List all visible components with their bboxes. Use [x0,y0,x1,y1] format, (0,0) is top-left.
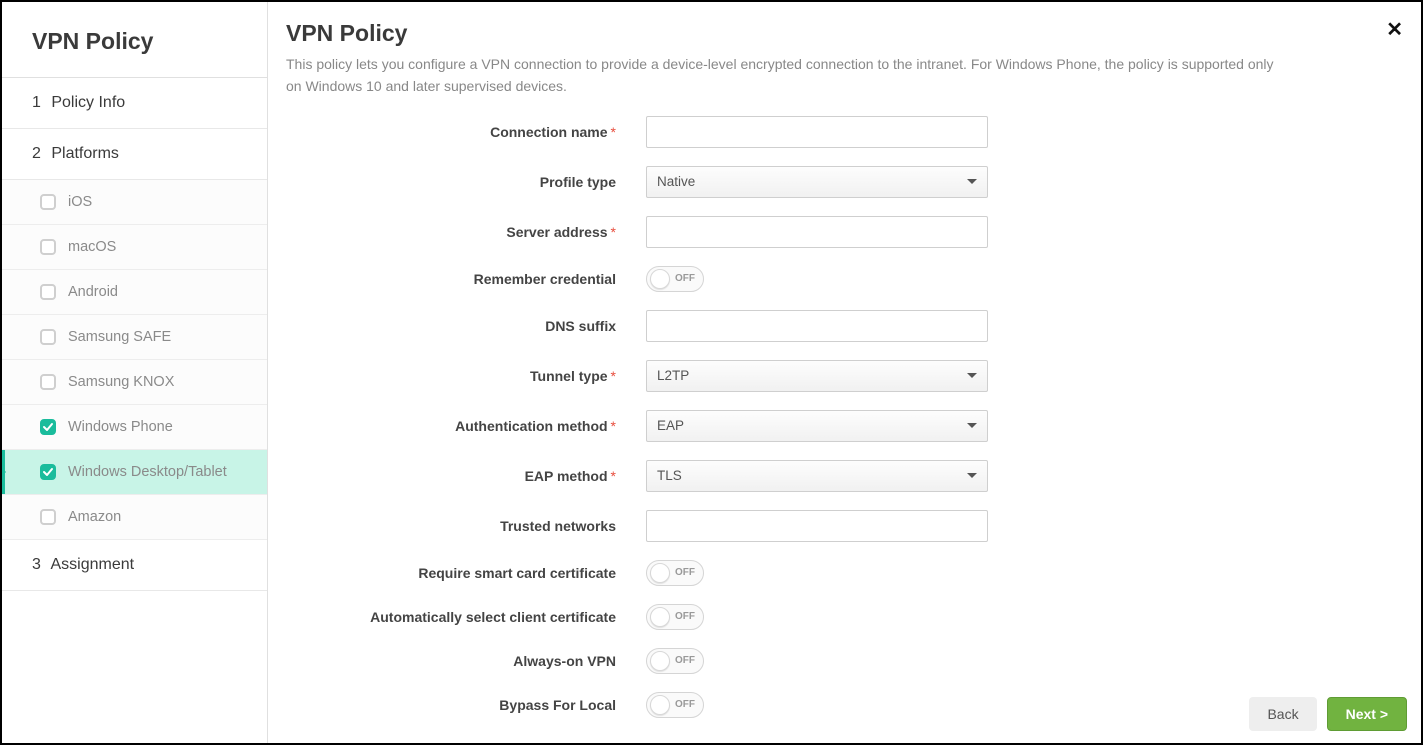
profile-type-select[interactable]: Native [646,166,988,198]
step-number: 3 [32,556,41,573]
checkbox-icon[interactable] [40,374,56,390]
sidebar-title: VPN Policy [2,2,267,78]
select-value: Native [657,174,695,189]
caret-down-icon [967,473,977,478]
tunnel-type-label: Tunnel type* [268,368,646,384]
eap-method-select[interactable]: TLS [646,460,988,492]
platform-label: Windows Phone [68,419,173,435]
page-description: This policy lets you configure a VPN con… [286,53,1286,98]
platform-label: Samsung SAFE [68,329,171,345]
caret-down-icon [967,373,977,378]
platform-label: Android [68,284,118,300]
checkbox-icon[interactable] [40,239,56,255]
step-number: 1 [32,94,41,111]
sidebar-step-platforms[interactable]: 2 Platforms [2,129,267,180]
step-label: Platforms [51,145,119,162]
checkbox-icon[interactable] [40,464,56,480]
toggle-state: OFF [675,567,697,578]
auto-select-cert-toggle[interactable]: OFF [646,604,704,630]
tunnel-type-select[interactable]: L2TP [646,360,988,392]
toggle-knob [650,695,670,715]
sidebar-item-platform[interactable]: Windows Phone [2,405,267,450]
connection-name-input[interactable] [646,116,988,148]
platform-label: Samsung KNOX [68,374,174,390]
checkbox-icon[interactable] [40,329,56,345]
step-label: Policy Info [51,94,125,111]
step-label: Assignment [50,556,134,573]
bypass-local-label: Bypass For Local [268,697,646,713]
select-value: EAP [657,418,684,433]
require-smart-card-toggle[interactable]: OFF [646,560,704,586]
toggle-knob [650,607,670,627]
always-on-label: Always-on VPN [268,653,646,669]
trusted-networks-input[interactable] [646,510,988,542]
eap-method-label: EAP method* [268,468,646,484]
platform-label: Amazon [68,509,121,525]
page-title: VPN Policy [286,20,1381,47]
sidebar-item-platform[interactable]: macOS [2,225,267,270]
sidebar-item-platform[interactable]: Samsung KNOX [2,360,267,405]
toggle-knob [650,563,670,583]
checkbox-icon[interactable] [40,284,56,300]
form-area: Connection name* Profile type Native [268,106,1421,743]
trusted-networks-label: Trusted networks [268,518,646,534]
profile-type-label: Profile type [268,174,646,190]
toggle-state: OFF [675,655,697,666]
caret-down-icon [967,179,977,184]
dns-suffix-input[interactable] [646,310,988,342]
checkbox-icon[interactable] [40,194,56,210]
checkbox-icon[interactable] [40,509,56,525]
server-address-input[interactable] [646,216,988,248]
platform-label: Windows Desktop/Tablet [68,464,227,480]
step-number: 2 [32,145,41,162]
toggle-state: OFF [675,273,697,284]
connection-name-label: Connection name* [268,124,646,140]
main-panel: ✕ VPN Policy This policy lets you config… [268,2,1421,743]
sidebar-item-platform[interactable]: iOS [2,180,267,225]
remember-credential-toggle[interactable]: OFF [646,266,704,292]
sidebar-step-policy-info[interactable]: 1 Policy Info [2,78,267,129]
platform-label: iOS [68,194,92,210]
next-button[interactable]: Next > [1327,697,1407,731]
platform-label: macOS [68,239,116,255]
toggle-state: OFF [675,611,697,622]
caret-down-icon [967,423,977,428]
sidebar: VPN Policy 1 Policy Info 2 Platforms iOS… [2,2,268,743]
require-smart-card-label: Require smart card certificate [268,565,646,581]
sidebar-step-assignment[interactable]: 3 Assignment [2,540,267,591]
sidebar-item-platform[interactable]: Android [2,270,267,315]
auth-method-select[interactable]: EAP [646,410,988,442]
back-button[interactable]: Back [1249,697,1316,731]
bypass-local-toggle[interactable]: OFF [646,692,704,718]
auth-method-label: Authentication method* [268,418,646,434]
sidebar-item-platform[interactable]: Samsung SAFE [2,315,267,360]
select-value: L2TP [657,368,689,383]
close-icon[interactable]: ✕ [1386,20,1403,40]
dns-suffix-label: DNS suffix [268,318,646,334]
select-value: TLS [657,468,682,483]
footer-buttons: Back Next > [1249,697,1407,731]
toggle-state: OFF [675,699,697,710]
always-on-toggle[interactable]: OFF [646,648,704,674]
remember-credential-label: Remember credential [268,271,646,287]
server-address-label: Server address* [268,224,646,240]
checkbox-icon[interactable] [40,419,56,435]
sidebar-item-platform[interactable]: Amazon [2,495,267,540]
sidebar-item-platform[interactable]: Windows Desktop/Tablet [2,450,267,495]
auto-select-cert-label: Automatically select client certificate [268,609,646,625]
toggle-knob [650,269,670,289]
platforms-list: iOS macOS Android Samsung SAFE Samsung KNOX W… [2,180,267,540]
toggle-knob [650,651,670,671]
